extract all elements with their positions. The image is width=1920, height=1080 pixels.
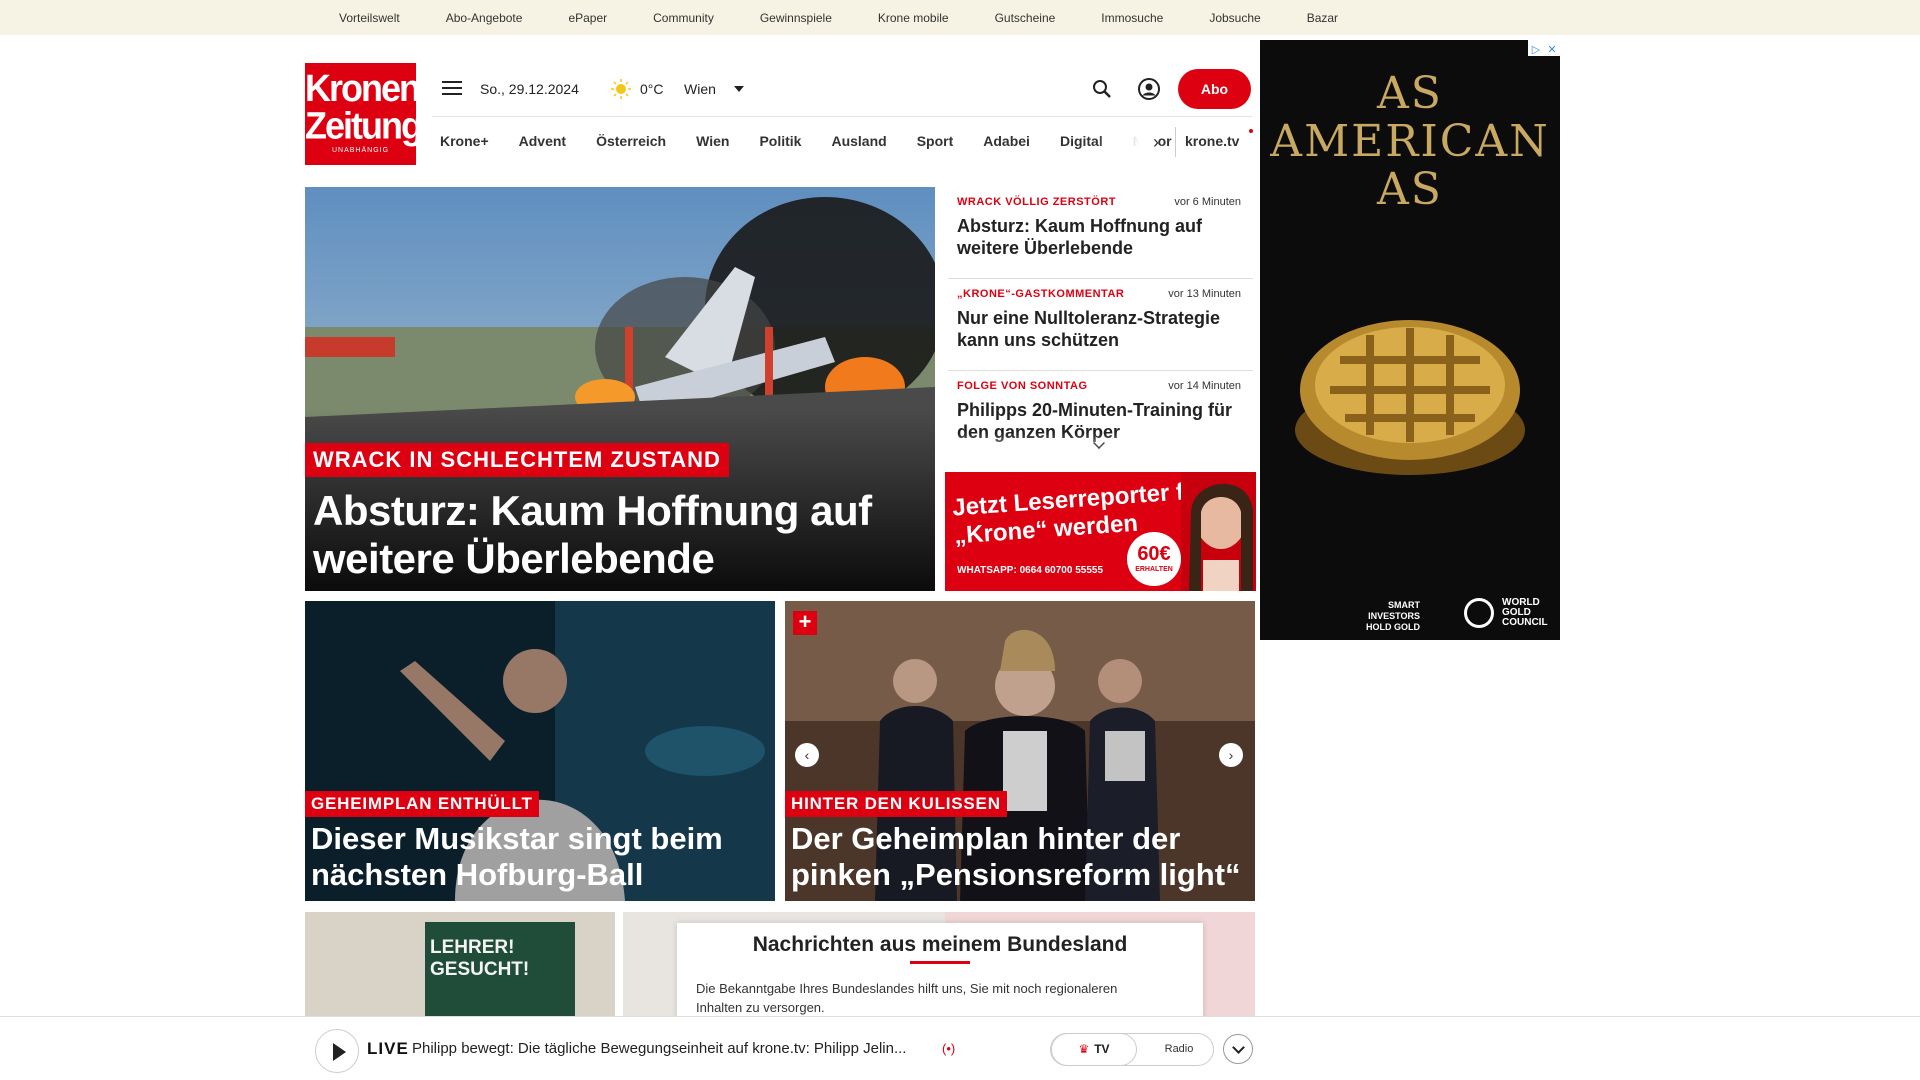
classroom-sign: LEHRER! GESUCHT! [430, 937, 530, 980]
user-account-icon[interactable] [1137, 77, 1161, 101]
reward-note: ERHALTEN [1135, 566, 1173, 573]
advertisement[interactable]: AS AMERICAN AS ▷ ✕ SMART INVESTORS HOLD G… [1260, 40, 1560, 640]
article-card[interactable]: + ‹ › HINTER DEN KULISSEN Der Geheimplan… [785, 601, 1255, 901]
card-headline[interactable]: Der Geheimplan hinter der pinken „Pensio… [791, 821, 1251, 893]
hero-headline[interactable]: Absturz: Kaum Hoffnung auf weitere Überl… [313, 487, 873, 583]
ad-choices[interactable]: ▷ ✕ [1528, 40, 1560, 56]
ad-brand: WORLD GOLD COUNCIL [1502, 597, 1548, 628]
logo-line-2: Zeitung [305, 103, 423, 147]
nav-item-oesterreich[interactable]: Österreich [596, 133, 666, 149]
reward-amount: 60€ [1137, 543, 1171, 565]
nav-item-wien[interactable]: Wien [696, 133, 729, 149]
hero-article[interactable]: WRACK IN SCHLECHTEM ZUSTAND Absturz: Kau… [305, 187, 935, 591]
tv-radio-switch[interactable]: ♛ TV Radio [1050, 1033, 1214, 1066]
nav-item-krone-tv[interactable]: krone.tv [1185, 133, 1239, 149]
latest-news-list: WRACK VÖLLIG ZERSTÖRT vor 6 Minuten Abst… [948, 187, 1253, 465]
utility-link-community[interactable]: Community [653, 11, 714, 25]
popup-title: Nachrichten aus meinem Bundesland [752, 933, 1128, 956]
carousel-prev-icon[interactable]: ‹ [795, 743, 819, 767]
card-kicker: HINTER DEN KULISSEN [785, 791, 1007, 817]
region-selector-popup[interactable]: Nachrichten aus meinem Bundesland Die Be… [677, 923, 1203, 1023]
news-headline[interactable]: Absturz: Kaum Hoffnung auf weitere Überl… [957, 215, 1237, 259]
header-bar: So., 29.12.2024 0°C Wien Abo [442, 68, 1252, 110]
reporter-reward-badge: 60€ ERHALTEN [1127, 532, 1181, 586]
nav-item-advent[interactable]: Advent [519, 133, 566, 149]
reporter-whatsapp: WHATSAPP: 0664 60700 55555 [957, 565, 1104, 576]
article-card[interactable]: GEHEIMPLAN ENTHÜLLT Dieser Musikstar sin… [305, 601, 775, 901]
news-timestamp: vor 6 Minuten [1174, 196, 1241, 208]
hero-kicker: WRACK IN SCHLECHTEM ZUSTAND [305, 443, 729, 477]
nav-item-politik[interactable]: Politik [759, 133, 801, 149]
news-headline[interactable]: Nur eine Nulltoleranz-Strategie kann uns… [957, 307, 1237, 351]
live-player-bar: LIVE Philipp bewegt: Die tägliche Bewegu… [0, 1016, 1920, 1080]
ad-info-icon[interactable]: ▷ [1528, 42, 1544, 58]
main-navigation: Krone+ Advent Österreich Wien Politik Au… [432, 116, 1253, 165]
ad-headline: AS AMERICAN AS [1270, 68, 1550, 215]
ad-close-icon[interactable]: ✕ [1544, 42, 1560, 58]
sun-icon [611, 79, 631, 99]
news-timestamp: vor 13 Minuten [1168, 288, 1241, 300]
utility-link-bazar[interactable]: Bazar [1307, 11, 1338, 25]
nav-fade [1096, 117, 1158, 165]
live-label: LIVE [367, 1039, 409, 1058]
wgc-logo-icon [1464, 598, 1494, 628]
chevron-down-icon[interactable] [734, 86, 744, 92]
news-kicker: „KRONE“-GASTKOMMENTAR [957, 288, 1125, 300]
card-kicker: GEHEIMPLAN ENTHÜLLT [305, 791, 539, 817]
utility-link-abo-angebote[interactable]: Abo-Angebote [446, 11, 523, 25]
nav-item-ausland[interactable]: Ausland [831, 133, 886, 149]
current-date: So., 29.12.2024 [480, 81, 579, 97]
popup-body: Die Bekanntgabe Ihres Bundeslandes hilft… [696, 981, 1118, 1015]
utility-link-jobsuche[interactable]: Jobsuche [1209, 11, 1260, 25]
live-stream-title[interactable]: Philipp bewegt: Die tägliche Bewegungsei… [412, 1040, 937, 1057]
nav-item-krone-plus[interactable]: Krone+ [440, 133, 489, 149]
expand-player-icon[interactable] [1223, 1034, 1253, 1064]
reporter-portrait [1181, 472, 1256, 591]
news-kicker: WRACK VÖLLIG ZERSTÖRT [957, 196, 1116, 208]
play-button[interactable] [315, 1029, 359, 1073]
utility-link-vorteilswelt[interactable]: Vorteilswelt [339, 11, 400, 25]
card-headline[interactable]: Dieser Musikstar singt beim nächsten Hof… [311, 821, 771, 893]
logo-tagline: UNABHÄNGIG [331, 147, 390, 154]
news-item[interactable]: „KRONE“-GASTKOMMENTAR vor 13 Minuten Nur… [948, 279, 1253, 371]
news-item[interactable]: WRACK VÖLLIG ZERSTÖRT vor 6 Minuten Abst… [948, 187, 1253, 279]
tv-label: TV [1094, 1042, 1110, 1056]
utility-link-gutscheine[interactable]: Gutscheine [995, 11, 1056, 25]
chevron-right-icon[interactable]: › [1153, 132, 1159, 153]
utility-link-krone-mobile[interactable]: Krone mobile [878, 11, 949, 25]
temperature: 0°C [640, 81, 664, 97]
abo-button[interactable]: Abo [1178, 69, 1251, 109]
radio-toggle[interactable]: Radio [1147, 1034, 1211, 1067]
city-selector[interactable]: Wien [684, 81, 716, 97]
nav-divider [1175, 127, 1176, 157]
menu-icon[interactable] [442, 81, 462, 97]
utility-links: Vorteilswelt Abo-Angebote ePaper Communi… [339, 0, 1384, 35]
top-utility-bar: Vorteilswelt Abo-Angebote ePaper Communi… [0, 0, 1920, 35]
news-kicker: FOLGE VON SONNTAG [957, 380, 1088, 392]
nav-item-sport[interactable]: Sport [917, 133, 954, 149]
ad-slogan: SMART INVESTORS HOLD GOLD [1366, 600, 1420, 632]
nav-item-adabei[interactable]: Adabei [983, 133, 1030, 149]
utility-link-epaper[interactable]: ePaper [568, 11, 607, 25]
search-icon[interactable] [1090, 77, 1114, 101]
krone-plus-badge: + [793, 611, 817, 635]
leserreporter-banner[interactable]: Jetzt Leserreporter für die „Krone“ werd… [945, 472, 1256, 591]
site-logo[interactable]: Kronen Zeitung UNABHÄNGIG [305, 63, 423, 165]
utility-link-immosuche[interactable]: Immosuche [1101, 11, 1163, 25]
crown-icon: ♛ [1078, 1042, 1090, 1056]
utility-link-gewinnspiele[interactable]: Gewinnspiele [760, 11, 832, 25]
ad-gold-pie-image [1295, 320, 1525, 475]
live-indicator-dot [1249, 129, 1253, 133]
tv-toggle[interactable]: ♛ TV [1051, 1033, 1137, 1066]
broadcast-icon: (•) [942, 1041, 956, 1056]
carousel-next-icon[interactable]: › [1219, 743, 1243, 767]
popup-title-underline [910, 961, 970, 964]
logo-line-1: Kronen [305, 66, 421, 110]
news-timestamp: vor 14 Minuten [1168, 380, 1241, 392]
